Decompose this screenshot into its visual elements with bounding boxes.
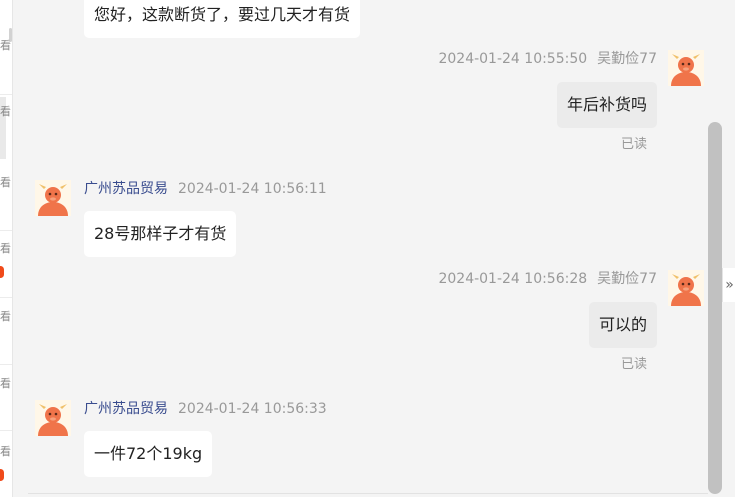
- contact-preview-text: 看: [0, 377, 11, 390]
- contact-preview-text: 看: [0, 176, 11, 189]
- message-meta: 2024-01-24 10:55:50 吴勤俭77: [438, 50, 657, 68]
- contact-preview-text: 看: [0, 105, 11, 118]
- message-sender[interactable]: 广州苏品贸易: [84, 181, 168, 197]
- message-bubble: 一件72个19kg: [84, 431, 213, 477]
- input-divider: [28, 493, 708, 494]
- message-bubble: 28号那样子才有货: [84, 211, 237, 257]
- message-sender[interactable]: 广州苏品贸易: [84, 401, 168, 417]
- contact-preview-text: 看: [0, 39, 11, 52]
- contact-avatar-icon[interactable]: [35, 400, 71, 436]
- contact-preview-text: 看: [0, 310, 11, 323]
- contact-preview-text: 看: [0, 242, 11, 255]
- message-sender: 吴勤俭77: [597, 51, 657, 67]
- message-time: 2024-01-24 10:56:33: [178, 401, 327, 417]
- message-time: 2024-01-24 10:56:11: [178, 181, 327, 197]
- chat-message-area: 您好，这款断货了，要过几天才有货 2024-01-24 10:55:50 吴勤俭7…: [12, 0, 712, 497]
- unread-dot: [0, 469, 4, 481]
- expand-panel-button[interactable]: »: [722, 268, 735, 302]
- my-avatar-icon[interactable]: [668, 270, 704, 306]
- read-status: 已读: [620, 357, 647, 372]
- message-meta: 2024-01-24 10:56:28 吴勤俭77: [438, 270, 657, 288]
- my-avatar-icon[interactable]: [668, 50, 704, 86]
- message-time: 2024-01-24 10:55:50: [438, 51, 588, 67]
- contact-avatar-icon[interactable]: [35, 180, 71, 216]
- contact-preview-text: 看: [0, 445, 11, 458]
- message-bubble: 您好，这款断货了，要过几天才有货: [84, 0, 361, 38]
- message-bubble: 年后补货吗: [556, 82, 657, 128]
- message-time: 2024-01-24 10:56:28: [438, 271, 588, 287]
- message-bubble: 可以的: [588, 302, 657, 348]
- chat-scrollbar-thumb[interactable]: [708, 122, 722, 494]
- unread-dot: [0, 266, 4, 278]
- read-status: 已读: [620, 137, 647, 152]
- message-meta: 广州苏品贸易 2024-01-24 10:56:33: [84, 400, 327, 418]
- message-sender: 吴勤俭77: [597, 271, 657, 287]
- message-meta: 广州苏品贸易 2024-01-24 10:56:11: [84, 180, 327, 198]
